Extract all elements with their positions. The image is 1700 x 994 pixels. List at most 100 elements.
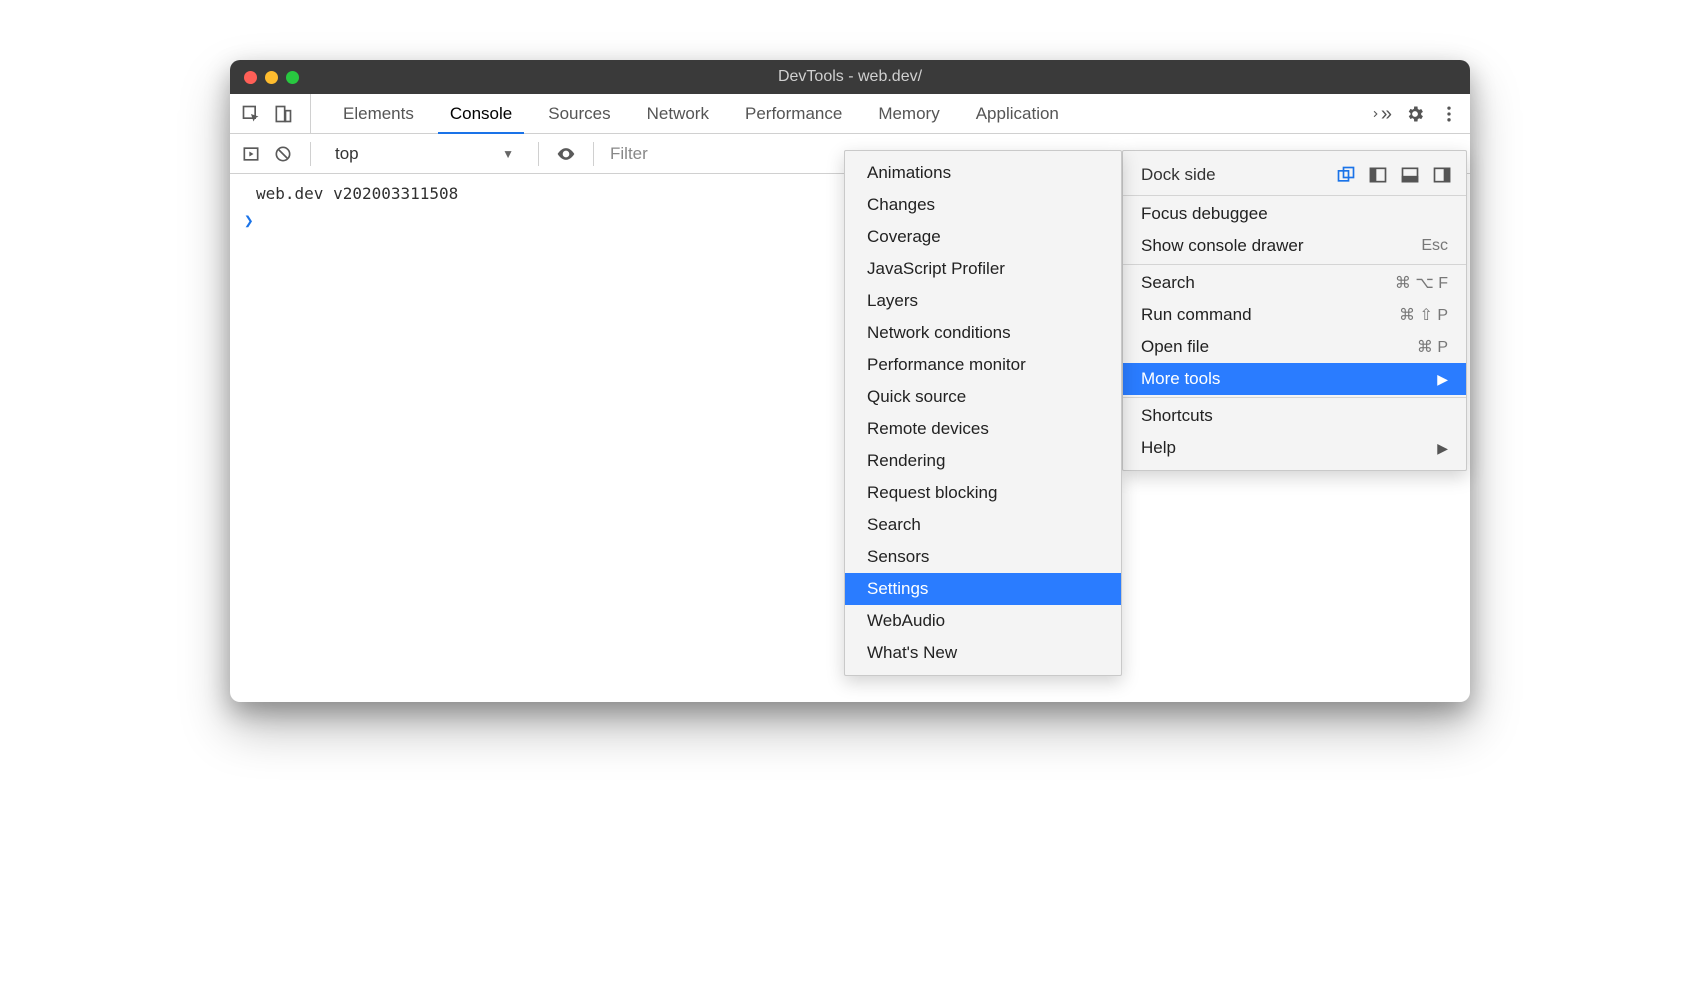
submenu-item-changes[interactable]: Changes <box>845 189 1121 221</box>
live-expression-eye-icon[interactable] <box>555 143 577 165</box>
submenu-item-javascript-profiler[interactable]: JavaScript Profiler <box>845 253 1121 285</box>
menu-separator <box>1123 397 1466 398</box>
tab-memory[interactable]: Memory <box>862 94 955 133</box>
menu-separator <box>1123 195 1466 196</box>
submenu-item-label: What's New <box>867 643 957 662</box>
menu-separator <box>1123 264 1466 265</box>
submenu-item-performance-monitor[interactable]: Performance monitor <box>845 349 1121 381</box>
menu-item-focus-debuggee[interactable]: Focus debuggee <box>1123 198 1466 230</box>
submenu-item-label: WebAudio <box>867 611 945 630</box>
submenu-item-label: Remote devices <box>867 419 989 438</box>
settings-gear-icon[interactable] <box>1404 103 1426 125</box>
tab-performance[interactable]: Performance <box>729 94 858 133</box>
menu-item-shortcut: ⌘ ⌥ F <box>1395 273 1448 293</box>
tab-elements[interactable]: Elements <box>327 94 430 133</box>
menu-item-label: Focus debuggee <box>1141 204 1268 224</box>
menu-item-shortcut: Esc <box>1421 237 1448 255</box>
submenu-item-label: Rendering <box>867 451 945 470</box>
menu-item-label: Help <box>1141 438 1176 458</box>
separator <box>310 142 311 166</box>
tab-label: Elements <box>343 104 414 124</box>
submenu-item-animations[interactable]: Animations <box>845 157 1121 189</box>
more-options-icon[interactable] <box>1438 103 1460 125</box>
menu-item-label: Open file <box>1141 337 1209 357</box>
separator <box>538 142 539 166</box>
submenu-item-webaudio[interactable]: WebAudio <box>845 605 1121 637</box>
submenu-item-coverage[interactable]: Coverage <box>845 221 1121 253</box>
menu-item-run-command[interactable]: Run command ⌘ ⇧ P <box>1123 299 1466 331</box>
menu-item-shortcut: ⌘ P <box>1417 337 1448 357</box>
more-tools-submenu: Animations Changes Coverage JavaScript Prof… <box>844 150 1122 676</box>
menu-item-label: Run command <box>1141 305 1252 325</box>
submenu-item-label: JavaScript Profiler <box>867 259 1005 278</box>
submenu-item-remote-devices[interactable]: Remote devices <box>845 413 1121 445</box>
submenu-item-rendering[interactable]: Rendering <box>845 445 1121 477</box>
submenu-item-request-blocking[interactable]: Request blocking <box>845 477 1121 509</box>
tab-console[interactable]: Console <box>434 94 528 133</box>
dock-side-row: Dock side <box>1123 157 1466 193</box>
tab-sources[interactable]: Sources <box>532 94 626 133</box>
menu-item-search[interactable]: Search ⌘ ⌥ F <box>1123 267 1466 299</box>
more-tabs-icon[interactable]: » <box>1370 103 1392 125</box>
minimize-window-button[interactable] <box>265 71 278 84</box>
window-title: DevTools - web.dev/ <box>230 68 1470 86</box>
submenu-item-layers[interactable]: Layers <box>845 285 1121 317</box>
tab-network[interactable]: Network <box>631 94 725 133</box>
prompt-caret-icon: ❯ <box>244 211 254 230</box>
submenu-item-label: Performance monitor <box>867 355 1026 374</box>
menu-item-label: Search <box>1141 273 1195 293</box>
submenu-item-label: Changes <box>867 195 935 214</box>
menu-item-shortcuts[interactable]: Shortcuts <box>1123 400 1466 432</box>
submenu-arrow-icon: ▶ <box>1437 440 1448 457</box>
tab-label: Memory <box>878 104 939 124</box>
submenu-item-label: Network conditions <box>867 323 1011 342</box>
tab-label: Console <box>450 104 512 124</box>
submenu-item-label: Layers <box>867 291 918 310</box>
menu-item-help[interactable]: Help ▶ <box>1123 432 1466 464</box>
submenu-arrow-icon: ▶ <box>1437 371 1448 388</box>
tab-label: Network <box>647 104 709 124</box>
separator <box>593 142 594 166</box>
main-options-menu: Dock side <box>1122 150 1467 471</box>
submenu-item-label: Settings <box>867 579 928 598</box>
chevron-down-icon: ▼ <box>502 147 514 161</box>
submenu-item-quick-source[interactable]: Quick source <box>845 381 1121 413</box>
dock-left-icon[interactable] <box>1366 163 1390 187</box>
toggle-device-toolbar-icon[interactable] <box>272 103 294 125</box>
menu-item-label: Shortcuts <box>1141 406 1213 426</box>
tab-label: Performance <box>745 104 842 124</box>
inspect-element-icon[interactable] <box>240 103 262 125</box>
context-label: top <box>335 144 359 164</box>
menu-item-open-file[interactable]: Open file ⌘ P <box>1123 331 1466 363</box>
submenu-item-network-conditions[interactable]: Network conditions <box>845 317 1121 349</box>
execution-context-selector[interactable]: top ▼ <box>327 144 522 164</box>
traffic-lights <box>244 71 299 84</box>
dock-bottom-icon[interactable] <box>1398 163 1422 187</box>
tab-label: Application <box>976 104 1059 124</box>
devtools-window: DevTools - web.dev/ Elements Console Sourc… <box>230 60 1470 702</box>
submenu-item-search[interactable]: Search <box>845 509 1121 541</box>
submenu-item-what-s-new[interactable]: What's New <box>845 637 1121 669</box>
dock-undock-icon[interactable] <box>1334 163 1358 187</box>
titlebar: DevTools - web.dev/ <box>230 60 1470 94</box>
menu-item-show-console-drawer[interactable]: Show console drawerEsc <box>1123 230 1466 262</box>
menu-item-shortcut: ⌘ ⇧ P <box>1399 305 1448 325</box>
clear-console-icon[interactable] <box>272 143 294 165</box>
submenu-item-label: Sensors <box>867 547 929 566</box>
tab-application[interactable]: Application <box>960 94 1075 133</box>
close-window-button[interactable] <box>244 71 257 84</box>
submenu-item-settings[interactable]: Settings <box>845 573 1121 605</box>
zoom-window-button[interactable] <box>286 71 299 84</box>
dock-right-icon[interactable] <box>1430 163 1454 187</box>
submenu-item-label: Coverage <box>867 227 941 246</box>
dock-side-label: Dock side <box>1141 165 1216 185</box>
submenu-item-label: Search <box>867 515 921 534</box>
submenu-item-label: Quick source <box>867 387 966 406</box>
submenu-item-sensors[interactable]: Sensors <box>845 541 1121 573</box>
submenu-item-label: Animations <box>867 163 951 182</box>
menu-item-label: More tools <box>1141 369 1220 389</box>
menu-item-more-tools[interactable]: More tools ▶ <box>1123 363 1466 395</box>
show-sidebar-icon[interactable] <box>240 143 262 165</box>
tab-label: Sources <box>548 104 610 124</box>
main-tabbar: Elements Console Sources Network Performance… <box>230 94 1470 134</box>
